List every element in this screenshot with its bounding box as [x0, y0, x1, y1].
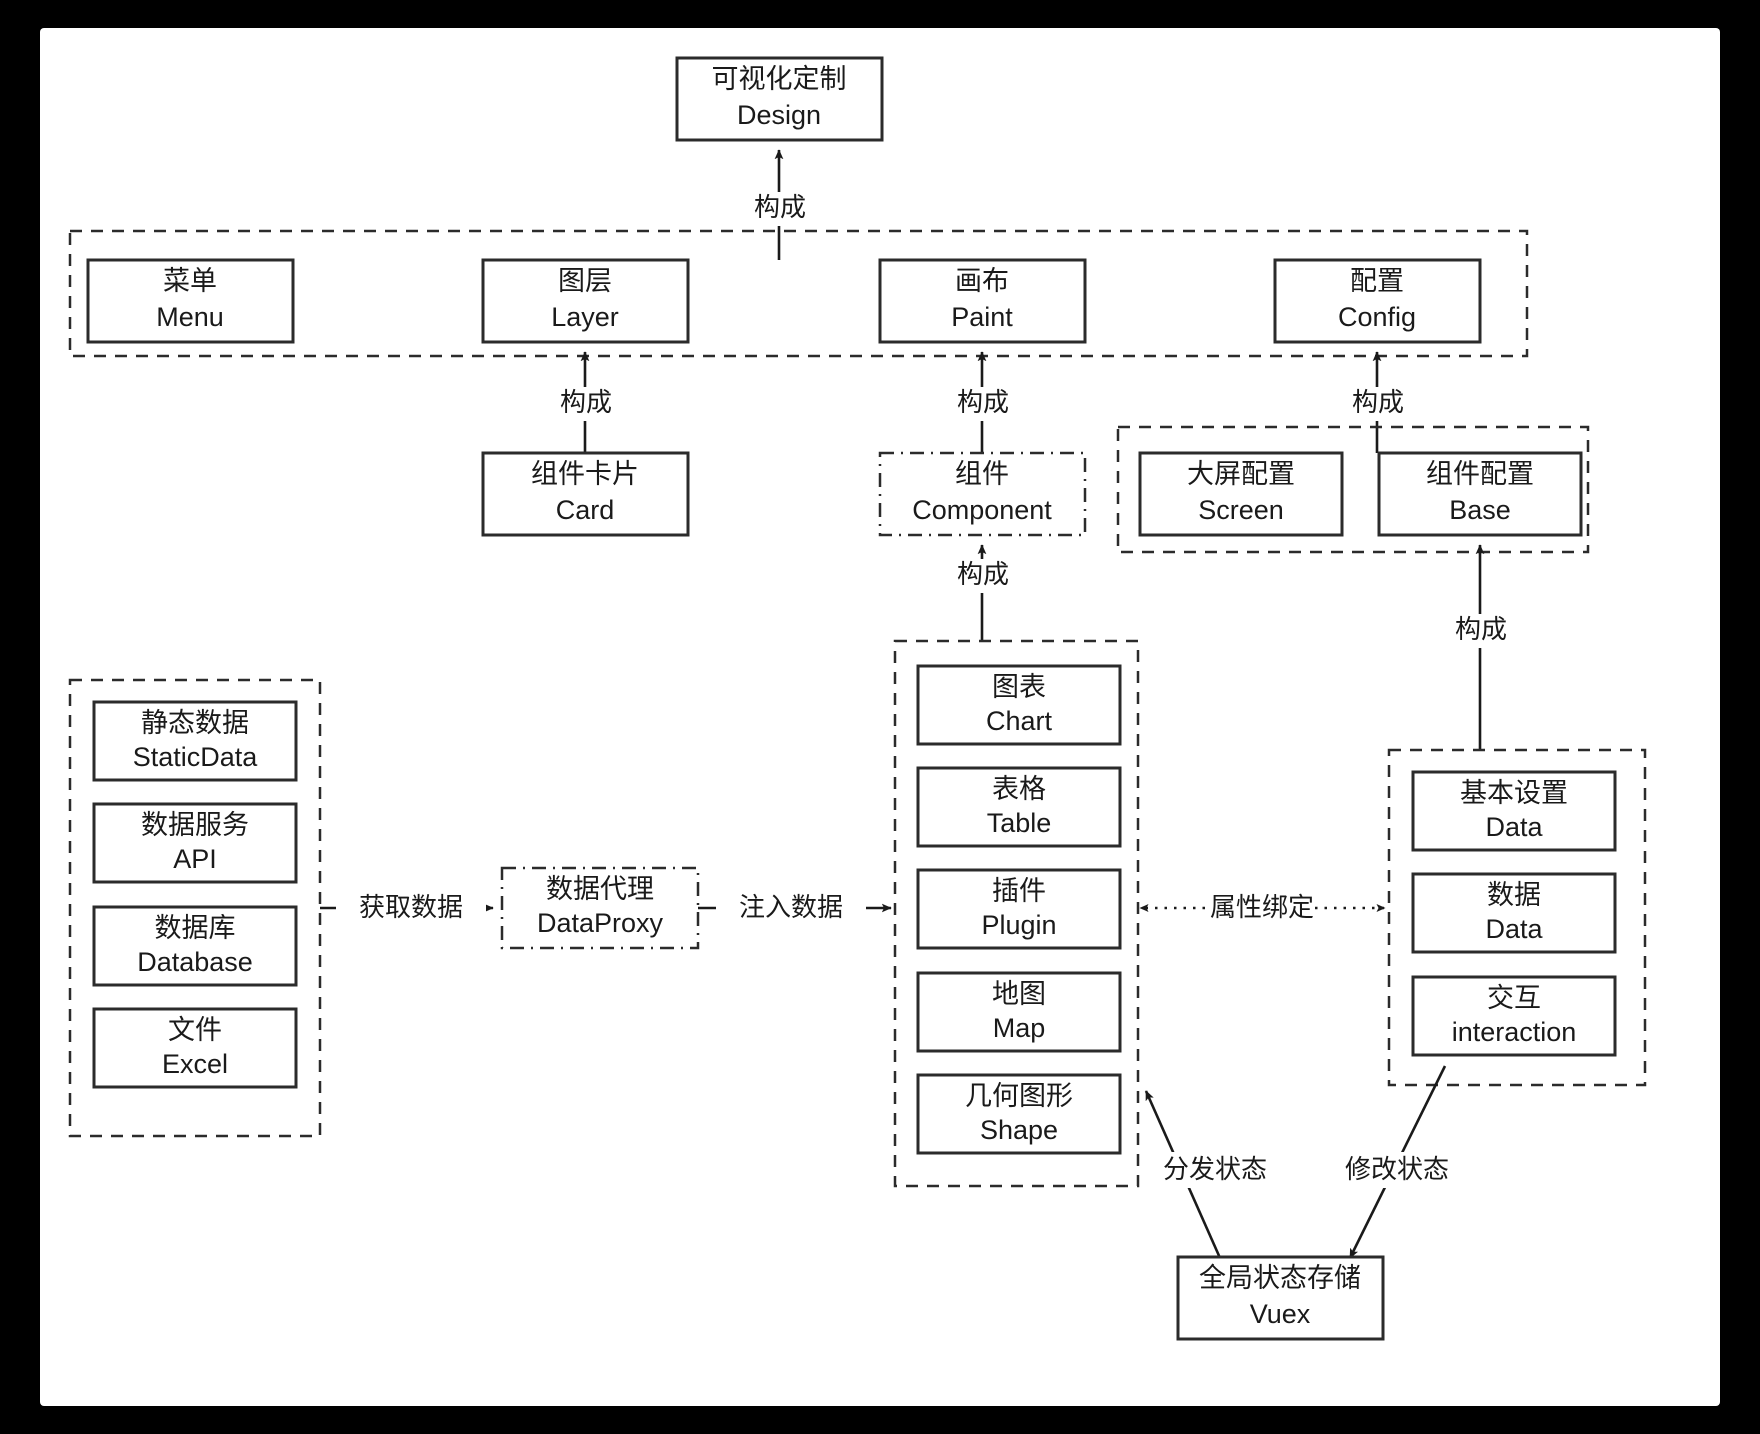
edge-compose-layer: 构成	[540, 351, 632, 453]
staticdata-label-en: StaticData	[133, 742, 259, 772]
api-label-cn: 数据服务	[141, 810, 249, 840]
database-label-en: Database	[137, 947, 253, 977]
diagram-canvas: 可视化定制 Design 构成 菜单 Menu 图层 Layer 画布 Pain…	[40, 28, 1720, 1406]
node-paint[interactable]: 画布 Paint	[878, 258, 1087, 344]
node-chart[interactable]: 图表 Chart	[916, 664, 1122, 746]
edge-prop-binding: 属性绑定	[1139, 892, 1386, 922]
layer-label-cn: 图层	[558, 266, 612, 296]
edge-compose-base-label: 构成	[1455, 614, 1507, 644]
node-database[interactable]: 数据库 Database	[92, 905, 298, 987]
architecture-diagram: 可视化定制 Design 构成 菜单 Menu 图层 Layer 画布 Pain…	[68, 56, 1647, 1341]
edge-fetch-data: 获取数据	[320, 890, 494, 926]
menu-label-cn: 菜单	[163, 266, 217, 296]
node-screen[interactable]: 大屏配置 Screen	[1138, 451, 1344, 537]
chart-label-cn: 图表	[992, 672, 1046, 702]
card-label-cn: 组件卡片	[531, 459, 639, 489]
dataproxy-label-cn: 数据代理	[546, 874, 654, 904]
api-label-en: API	[173, 844, 217, 874]
node-design[interactable]: 可视化定制 Design	[675, 56, 884, 142]
database-label-cn: 数据库	[155, 913, 236, 943]
layer-label-en: Layer	[551, 302, 619, 332]
node-card[interactable]: 组件卡片 Card	[481, 451, 690, 537]
edge-prop-binding-label: 属性绑定	[1210, 892, 1314, 922]
edge-compose-design-label: 构成	[754, 192, 806, 222]
paint-label-cn: 画布	[955, 266, 1009, 296]
component-label-en: Component	[912, 495, 1052, 525]
paint-label-en: Paint	[951, 302, 1013, 332]
plugin-label-en: Plugin	[981, 910, 1056, 940]
node-layer[interactable]: 图层 Layer	[481, 258, 690, 344]
edge-modify-state: 修改状态	[1328, 1065, 1466, 1259]
node-base[interactable]: 组件配置 Base	[1377, 451, 1583, 537]
data-label-cn: 数据	[1487, 880, 1541, 910]
edge-dispatch-state: 分发状态	[1144, 1090, 1284, 1259]
interaction-label-cn: 交互	[1487, 983, 1541, 1013]
chart-label-en: Chart	[986, 706, 1053, 736]
edge-fetch-data-label: 获取数据	[359, 892, 463, 922]
excel-label-en: Excel	[162, 1049, 228, 1079]
node-dataproxy[interactable]: 数据代理 DataProxy	[500, 866, 700, 950]
screen-label-en: Screen	[1198, 495, 1284, 525]
design-label-cn: 可视化定制	[712, 64, 847, 94]
data-label-en: Data	[1485, 914, 1543, 944]
basedata-label-cn: 基本设置	[1460, 778, 1568, 808]
node-data[interactable]: 数据 Data	[1411, 872, 1617, 954]
node-vuex[interactable]: 全局状态存储 Vuex	[1176, 1255, 1385, 1341]
vuex-label-en: Vuex	[1250, 1299, 1311, 1329]
config-label-en: Config	[1338, 302, 1416, 332]
node-map[interactable]: 地图 Map	[916, 971, 1122, 1053]
shape-label-en: Shape	[980, 1115, 1058, 1145]
edge-compose-component: 构成	[937, 544, 1029, 641]
edge-inject-data-label: 注入数据	[739, 892, 843, 922]
edge-inject-data: 注入数据	[698, 890, 892, 926]
edge-compose-paint-label: 构成	[957, 387, 1009, 417]
edge-modify-state-label: 修改状态	[1345, 1154, 1449, 1184]
menu-label-en: Menu	[156, 302, 224, 332]
edge-compose-design: 构成	[734, 149, 826, 260]
screen-label-cn: 大屏配置	[1187, 459, 1295, 489]
card-label-en: Card	[556, 495, 615, 525]
node-plugin[interactable]: 插件 Plugin	[916, 868, 1122, 950]
table-label-cn: 表格	[992, 774, 1046, 804]
node-component[interactable]: 组件 Component	[878, 451, 1087, 537]
node-menu[interactable]: 菜单 Menu	[86, 258, 295, 344]
node-basedata[interactable]: 基本设置 Data	[1411, 770, 1617, 852]
base-label-cn: 组件配置	[1426, 459, 1534, 489]
edge-compose-layer-label: 构成	[560, 387, 612, 417]
map-label-en: Map	[993, 1013, 1046, 1043]
node-shape[interactable]: 几何图形 Shape	[916, 1073, 1122, 1155]
staticdata-label-cn: 静态数据	[141, 708, 249, 738]
map-label-cn: 地图	[992, 979, 1046, 1009]
plugin-label-cn: 插件	[992, 876, 1046, 906]
edge-compose-config: 构成	[1332, 351, 1424, 453]
node-config[interactable]: 配置 Config	[1273, 258, 1482, 344]
shape-label-cn: 几何图形	[965, 1081, 1073, 1111]
vuex-label-cn: 全局状态存储	[1199, 1263, 1361, 1293]
edge-compose-paint: 构成	[937, 351, 1029, 453]
node-excel[interactable]: 文件 Excel	[92, 1007, 298, 1089]
edge-compose-base: 构成	[1435, 544, 1527, 750]
node-table[interactable]: 表格 Table	[916, 766, 1122, 848]
excel-label-cn: 文件	[168, 1015, 222, 1045]
table-label-en: Table	[987, 808, 1052, 838]
node-interaction[interactable]: 交互 interaction	[1411, 975, 1617, 1057]
basedata-label-en: Data	[1485, 812, 1543, 842]
edge-compose-component-label: 构成	[957, 559, 1009, 589]
interaction-label-en: interaction	[1452, 1017, 1577, 1047]
screenshot-root: 可视化定制 Design 构成 菜单 Menu 图层 Layer 画布 Pain…	[0, 0, 1760, 1434]
component-label-cn: 组件	[955, 459, 1009, 489]
node-staticdata[interactable]: 静态数据 StaticData	[92, 700, 298, 782]
config-label-cn: 配置	[1350, 266, 1404, 296]
edge-compose-config-label: 构成	[1352, 387, 1404, 417]
dataproxy-label-en: DataProxy	[537, 908, 664, 938]
node-api[interactable]: 数据服务 API	[92, 802, 298, 884]
edge-dispatch-state-label: 分发状态	[1163, 1154, 1267, 1184]
base-label-en: Base	[1449, 495, 1511, 525]
design-label-en: Design	[737, 100, 821, 130]
